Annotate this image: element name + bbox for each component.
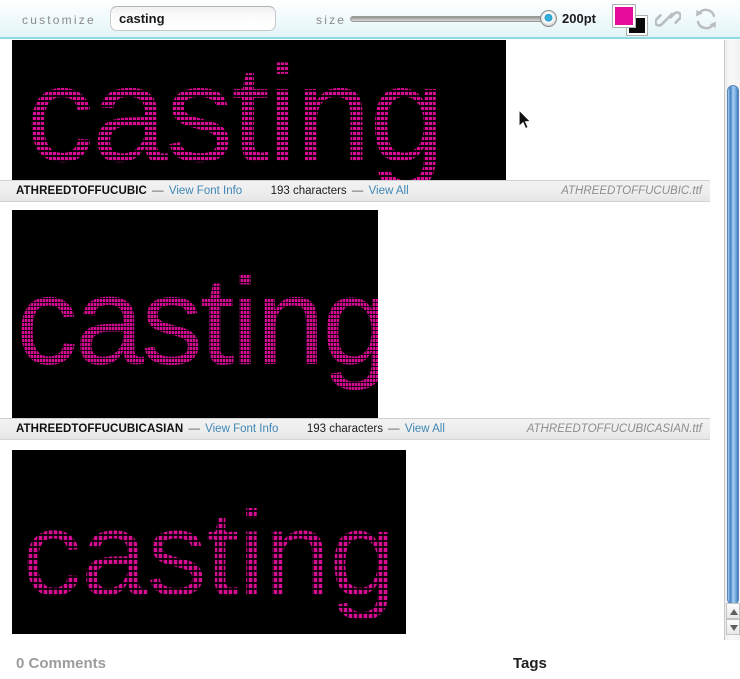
size-slider-track[interactable] (350, 16, 550, 22)
vertical-scrollbar[interactable] (724, 40, 740, 640)
font-file-name: ATHREEDTOFFUCUBICASIAN.ttf (527, 423, 702, 435)
page-footer: 0 Comments Tags (0, 640, 740, 679)
size-value-readout: 200pt (562, 11, 596, 26)
scroll-up-button[interactable] (726, 603, 740, 619)
font-name-label: ATHREEDTOFFUCUBICASIAN (16, 423, 183, 435)
character-count-label: 193 characters (307, 423, 383, 435)
view-all-link[interactable]: View All (405, 423, 445, 435)
toolbar-divider (0, 37, 740, 39)
character-count-label: 193 characters (271, 185, 347, 197)
size-slider-thumb[interactable] (540, 10, 557, 27)
refresh-swap-icon[interactable] (693, 7, 719, 31)
customize-label: customize (22, 13, 96, 27)
link-chain-icon[interactable] (655, 7, 681, 31)
tags-heading: Tags (513, 655, 547, 672)
foreground-color-swatch[interactable] (613, 5, 635, 27)
preview-word-text: casting (26, 46, 443, 180)
font-file-name: ATHREEDTOFFUCUBIC.ttf (561, 185, 702, 197)
separator-dash: — (386, 423, 402, 435)
font-name-label: ATHREEDTOFFUCUBIC (16, 185, 147, 197)
chevron-up-icon (730, 609, 738, 615)
scrollbar-thumb[interactable] (727, 85, 739, 605)
color-swatch-group[interactable] (613, 5, 649, 35)
preview-word-text: casting (16, 260, 378, 384)
font-preview-list: casting ATHREEDTOFFUCUBIC — View Font In… (0, 40, 710, 640)
font-preview-canvas[interactable]: casting (12, 210, 378, 418)
separator-dash: — (350, 185, 366, 197)
size-slider[interactable] (350, 10, 556, 28)
view-font-info-link[interactable]: View Font Info (205, 423, 278, 435)
chevron-down-icon (730, 625, 738, 631)
scroll-down-button[interactable] (726, 619, 740, 635)
font-info-left: ATHREEDTOFFUCUBICASIAN — View Font Info … (16, 423, 445, 435)
font-info-bar: ATHREEDTOFFUCUBICASIAN — View Font Info … (0, 418, 710, 440)
separator-dash: — (150, 185, 166, 197)
font-preview-canvas[interactable]: casting (12, 450, 406, 634)
view-all-link[interactable]: View All (369, 185, 409, 197)
separator-dash: — (186, 423, 202, 435)
preview-word-text: casting (22, 494, 395, 614)
font-preview-canvas[interactable]: casting (12, 40, 506, 180)
font-info-bar: ATHREEDTOFFUCUBIC — View Font Info 193 c… (0, 180, 710, 202)
top-toolbar: customize size 200pt (0, 0, 740, 38)
customize-text-input[interactable] (110, 6, 276, 31)
font-info-left: ATHREEDTOFFUCUBIC — View Font Info 193 c… (16, 185, 409, 197)
view-font-info-link[interactable]: View Font Info (169, 185, 242, 197)
comments-heading: 0 Comments (16, 655, 106, 672)
size-label: size (316, 13, 346, 27)
